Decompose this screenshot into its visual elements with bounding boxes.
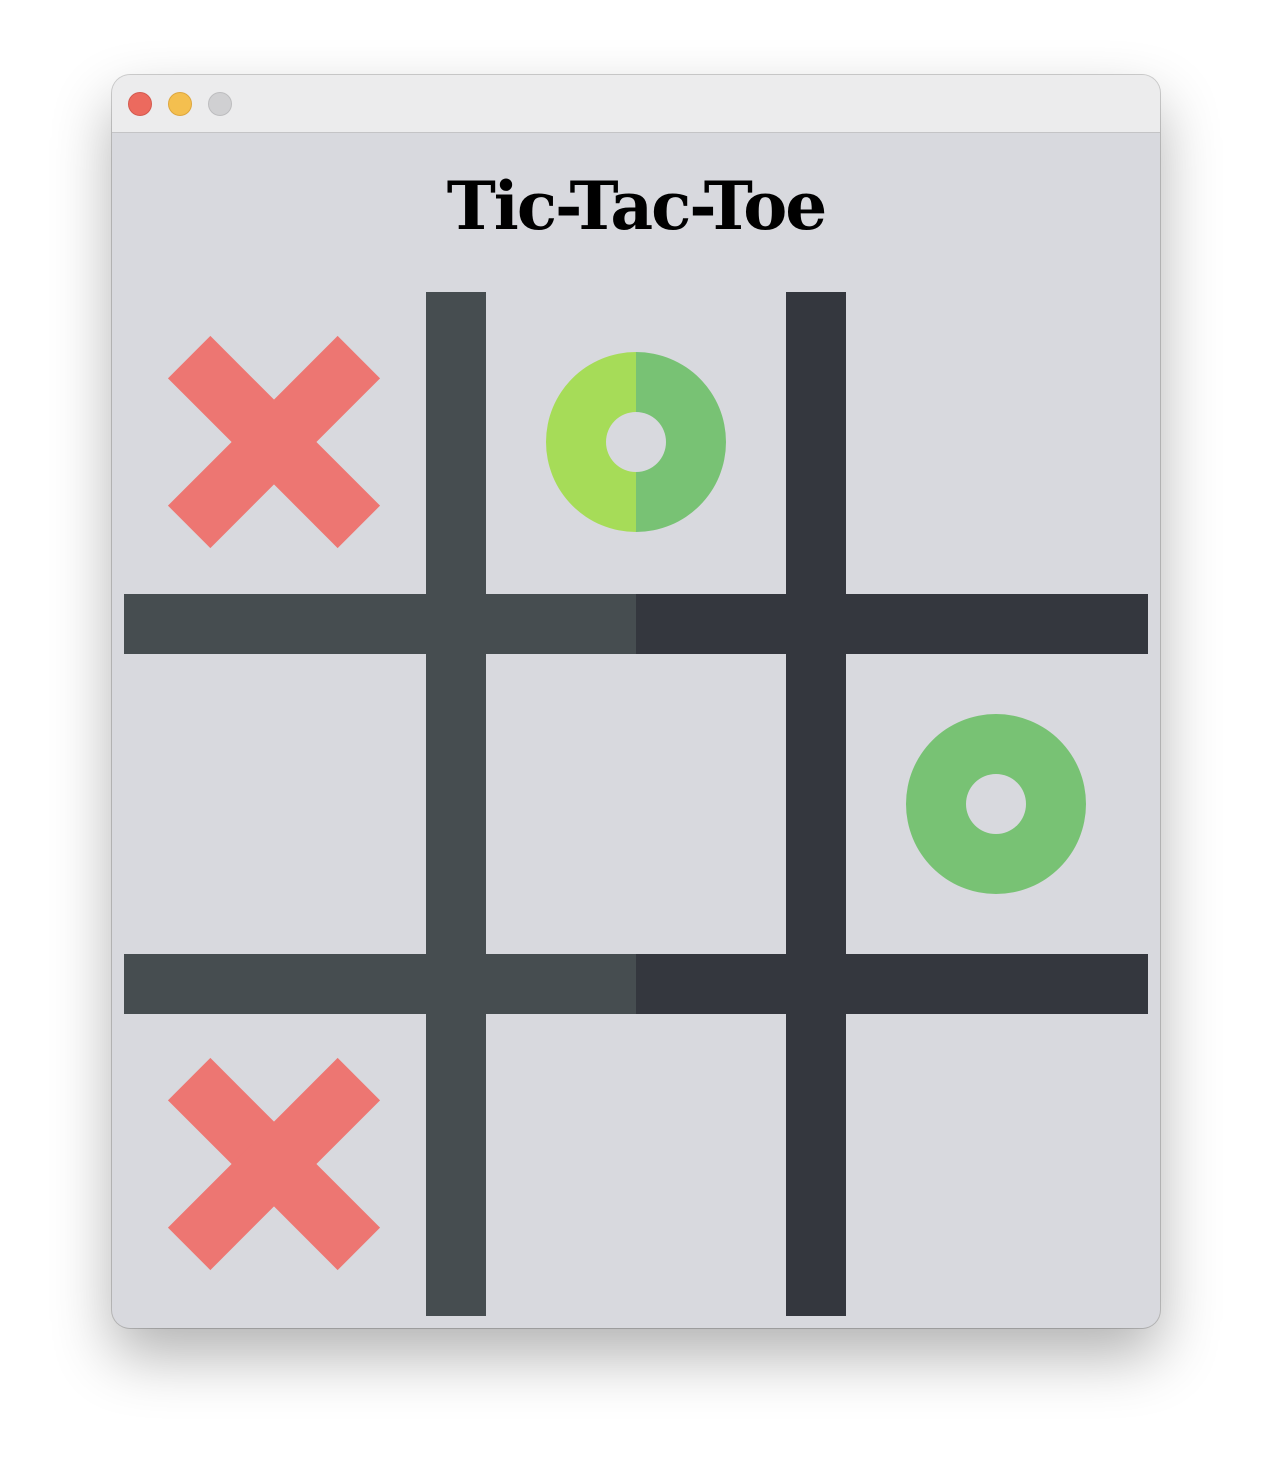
grid-line-horizontal-1-left xyxy=(124,594,636,654)
grid-line-horizontal-1-right xyxy=(636,594,1148,654)
board-cell-r2-c2[interactable] xyxy=(486,654,786,954)
grid-line-horizontal-2-right xyxy=(636,954,1148,1014)
game-board xyxy=(124,292,1148,1316)
grid-line-horizontal-2-left xyxy=(124,954,636,1014)
board-cell-r2-c3[interactable] xyxy=(846,654,1146,954)
game-window: Tic-Tac-Toe xyxy=(112,75,1160,1328)
title-bar xyxy=(112,75,1160,133)
minimize-window-button[interactable] xyxy=(168,92,192,116)
game-title: Tic-Tac-Toe xyxy=(446,167,828,245)
board-cell-r2-c1[interactable] xyxy=(124,654,424,954)
board-cell-r3-c1[interactable] xyxy=(124,1014,424,1314)
grid-line-vertical-2 xyxy=(786,292,846,1316)
board-cell-r3-c2[interactable] xyxy=(486,1014,786,1314)
grid-line-vertical-1 xyxy=(426,292,486,1316)
board-cell-r1-c2[interactable] xyxy=(486,292,786,592)
board-cell-r3-c3[interactable] xyxy=(846,1014,1146,1314)
board-cell-r1-c3[interactable] xyxy=(846,292,1146,592)
board-cell-r1-c1[interactable] xyxy=(124,292,424,592)
close-window-button[interactable] xyxy=(128,92,152,116)
maximize-window-button[interactable] xyxy=(208,92,232,116)
